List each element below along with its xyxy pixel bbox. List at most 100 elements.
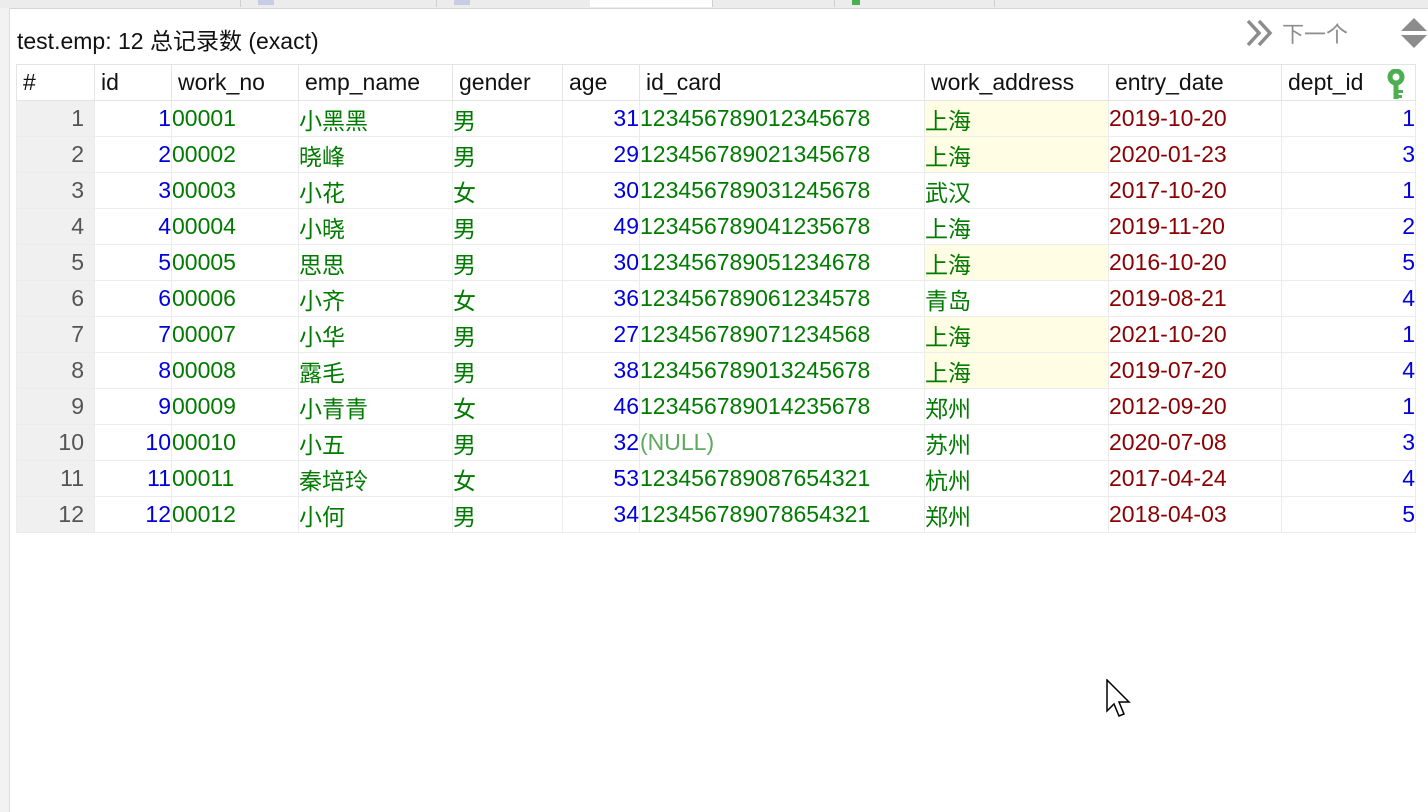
cell-dept-id[interactable]: 1 [1281,388,1416,425]
cell-id[interactable]: 12 [94,496,172,533]
tab-3[interactable] [436,0,591,7]
cell-dept-id[interactable]: 3 [1281,136,1416,173]
cell-id-card[interactable]: 123456789051234678 [639,244,925,281]
tab-active[interactable] [590,0,713,7]
cell-emp-name[interactable]: 小五 [298,424,453,461]
cell-work-address[interactable]: 上海 [924,352,1109,389]
cell-work-no[interactable]: 00010 [171,424,299,461]
cell-age[interactable]: 34 [562,496,640,533]
cell-emp-name[interactable]: 小青青 [298,388,453,425]
table-row[interactable]: 8 8 00008 露毛男 38 123456789013245678 上海 2019-07-… [16,352,1416,389]
cell-work-address[interactable]: 上海 [924,136,1109,173]
cell-gender[interactable]: 男 [452,244,563,281]
cell-work-no[interactable]: 00004 [171,208,299,245]
next-button[interactable]: 下一个 [1244,16,1348,50]
cell-gender[interactable]: 男 [452,496,563,533]
cell-emp-name[interactable]: 小花 [298,172,453,209]
cell-work-no[interactable]: 00009 [171,388,299,425]
cell-age[interactable]: 30 [562,244,640,281]
cell-work-address[interactable]: 上海 [924,244,1109,281]
cell-work-address[interactable]: 苏州 [924,424,1109,461]
cell-gender[interactable]: 男 [452,316,563,353]
cell-dept-id[interactable]: 2 [1281,208,1416,245]
cell-id[interactable]: 11 [94,460,172,497]
cell-work-address[interactable]: 青岛 [924,280,1109,317]
cell-emp-name[interactable]: 小晓 [298,208,453,245]
cell-age[interactable]: 27 [562,316,640,353]
col-header-entry-date[interactable]: entry_date [1108,64,1282,101]
cell-work-no[interactable]: 00002 [171,136,299,173]
cell-emp-name[interactable]: 小华 [298,316,453,353]
cell-emp-name[interactable]: 小齐 [298,280,453,317]
cell-entry-date[interactable]: 2017-10-20 [1108,172,1282,209]
cell-emp-name[interactable]: 小黑黑 [298,100,453,137]
cell-id[interactable]: 9 [94,388,172,425]
col-header-emp-name[interactable]: emp_name [298,64,453,101]
cell-entry-date[interactable]: 2018-04-03 [1108,496,1282,533]
cell-gender[interactable]: 女 [452,172,563,209]
col-header-id[interactable]: id [94,64,172,101]
row-number[interactable]: 6 [16,280,95,317]
row-number[interactable]: 12 [16,496,95,533]
cell-entry-date[interactable]: 2012-09-20 [1108,388,1282,425]
cell-work-no[interactable]: 00011 [171,460,299,497]
cell-gender[interactable]: 女 [452,460,563,497]
cell-age[interactable]: 49 [562,208,640,245]
table-row[interactable]: 5 5 00005 思思男 30 123456789051234678 上海 2016-10-… [16,244,1416,281]
row-number[interactable]: 8 [16,352,95,389]
table-row[interactable]: 2 2 00002 晓峰男 29 123456789021345678 上海 2020-01-… [16,136,1416,173]
cell-id-card[interactable]: 123456789012345678 [639,100,925,137]
cell-work-address[interactable]: 杭州 [924,460,1109,497]
row-number[interactable]: 7 [16,316,95,353]
cell-dept-id[interactable]: 4 [1281,352,1416,389]
cell-dept-id[interactable]: 1 [1281,316,1416,353]
cell-gender[interactable]: 男 [452,424,563,461]
cell-entry-date[interactable]: 2019-11-20 [1108,208,1282,245]
cell-emp-name[interactable]: 露毛 [298,352,453,389]
row-number[interactable]: 11 [16,460,95,497]
col-header-id-card[interactable]: id_card [639,64,925,101]
row-number[interactable]: 2 [16,136,95,173]
cell-id[interactable]: 8 [94,352,172,389]
cell-gender[interactable]: 女 [452,388,563,425]
cell-age[interactable]: 29 [562,136,640,173]
cell-entry-date[interactable]: 2016-10-20 [1108,244,1282,281]
cell-dept-id[interactable]: 4 [1281,460,1416,497]
row-number[interactable]: 10 [16,424,95,461]
cell-dept-id[interactable]: 5 [1281,244,1416,281]
table-row[interactable]: 7 7 00007 小华男 27 123456789071234568 上海 2021-10-… [16,316,1416,353]
cell-emp-name[interactable]: 小何 [298,496,453,533]
table-row[interactable]: 1 1 00001 小黑黑男 31 123456789012345678 上海 2019-10… [16,100,1416,137]
cell-emp-name[interactable]: 思思 [298,244,453,281]
col-header-gender[interactable]: gender [452,64,563,101]
cell-work-no[interactable]: 00003 [171,172,299,209]
cell-id-card[interactable]: 123456789078654321 [639,496,925,533]
cell-entry-date[interactable]: 2019-08-21 [1108,280,1282,317]
cell-age[interactable]: 38 [562,352,640,389]
cell-dept-id[interactable]: 4 [1281,280,1416,317]
cell-id-card[interactable]: 123456789087654321 [639,460,925,497]
cell-gender[interactable]: 男 [452,352,563,389]
cell-entry-date[interactable]: 2019-10-20 [1108,100,1282,137]
cell-age[interactable]: 32 [562,424,640,461]
cell-id[interactable]: 4 [94,208,172,245]
col-header-work-address[interactable]: work_address [924,64,1109,101]
cell-gender[interactable]: 女 [452,280,563,317]
cell-work-no[interactable]: 00007 [171,316,299,353]
row-number[interactable]: 1 [16,100,95,137]
cell-emp-name[interactable]: 晓峰 [298,136,453,173]
table-row[interactable]: 11 11 00011 秦培玲女 53 123456789087654321 杭州 2017-… [16,460,1416,497]
cell-age[interactable]: 36 [562,280,640,317]
cell-dept-id[interactable]: 3 [1281,424,1416,461]
table-row[interactable]: 10 10 00010 小五男 32 (NULL) 苏州 2020-07-08 3 [16,424,1416,461]
row-number[interactable]: 9 [16,388,95,425]
cell-id-card[interactable]: 123456789041235678 [639,208,925,245]
tab-1[interactable] [0,0,241,7]
cell-id[interactable]: 10 [94,424,172,461]
cell-work-address[interactable]: 上海 [924,100,1109,137]
cell-dept-id[interactable]: 1 [1281,172,1416,209]
cell-dept-id[interactable]: 5 [1281,496,1416,533]
cell-age[interactable]: 46 [562,388,640,425]
col-header-age[interactable]: age [562,64,640,101]
cell-work-no[interactable]: 00005 [171,244,299,281]
